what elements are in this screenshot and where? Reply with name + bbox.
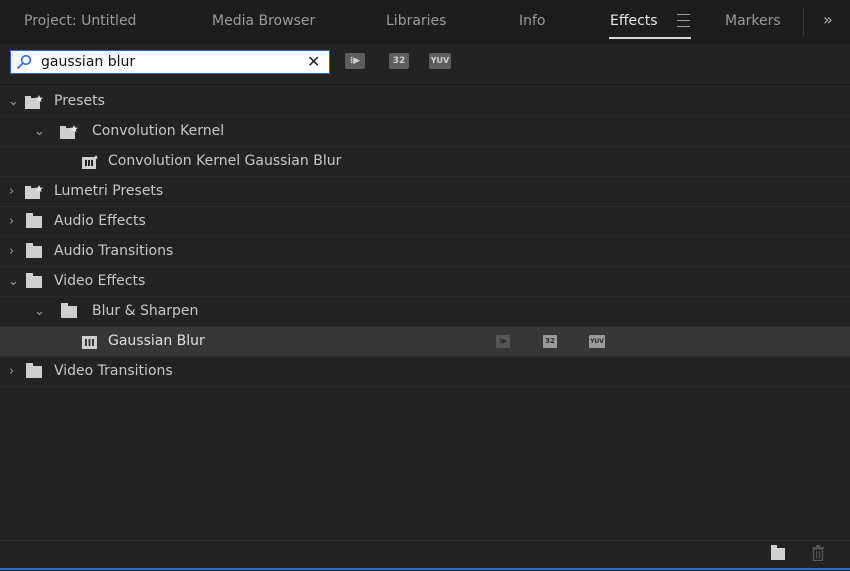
preset-folder-icon (25, 95, 43, 109)
panel-tab-bar: Project: Untitled Media Browser Librarie… (0, 0, 850, 44)
folder-icon (26, 273, 42, 288)
tab-overflow-icon[interactable]: » (823, 10, 833, 29)
preset-folder-icon (60, 125, 78, 139)
tab-markers[interactable]: Markers (725, 13, 781, 29)
folder-icon (26, 363, 42, 378)
tab-libraries[interactable]: Libraries (386, 13, 446, 29)
tree-item-video-transitions[interactable]: › Video Transitions (0, 357, 850, 387)
tree-item-convolution-kernel-gaussian-blur[interactable]: Convolution Kernel Gaussian Blur (0, 147, 850, 177)
chevron-down-icon[interactable]: ⌄ (34, 125, 45, 139)
panel-focus-indicator (0, 568, 850, 570)
tab-divider (803, 8, 804, 36)
tree-item-label: Gaussian Blur (108, 333, 205, 349)
active-tab-indicator (609, 37, 691, 39)
chevron-right-icon[interactable]: › (9, 185, 14, 199)
tree-item-presets[interactable]: ⌄ Presets (0, 87, 850, 117)
tree-item-blur-sharpen[interactable]: ⌄ Blur & Sharpen (0, 297, 850, 327)
tree-item-audio-effects[interactable]: › Audio Effects (0, 207, 850, 237)
tab-media-browser[interactable]: Media Browser (212, 13, 315, 29)
preset-folder-icon (25, 185, 43, 199)
trash-icon[interactable] (811, 545, 825, 561)
tree-item-video-effects[interactable]: ⌄ Video Effects (0, 267, 850, 297)
tab-effects[interactable]: Effects (610, 13, 658, 29)
chevron-right-icon[interactable]: › (9, 365, 14, 379)
effect-icon (82, 336, 97, 349)
chevron-right-icon[interactable]: › (9, 245, 14, 259)
tree-item-label: Convolution Kernel Gaussian Blur (108, 153, 342, 169)
chevron-right-icon[interactable]: › (9, 215, 14, 229)
yuv-filter-button[interactable]: YUV (429, 53, 451, 69)
tree-item-convolution-kernel[interactable]: ⌄ Convolution Kernel (0, 117, 850, 147)
close-icon[interactable]: ✕ (307, 52, 320, 72)
tree-item-label: Lumetri Presets (54, 183, 164, 199)
tab-info[interactable]: Info (519, 13, 546, 29)
tree-item-label: Video Effects (54, 273, 146, 289)
tree-item-label: Blur & Sharpen (92, 303, 199, 319)
accelerated-effects-filter-button[interactable]: ⁝▶ (345, 53, 365, 69)
tree-item-label: Audio Transitions (54, 243, 174, 259)
32-bit-color-filter-button[interactable]: 32 (389, 53, 409, 69)
accelerated-effect-badge: ⁝▶ (496, 335, 510, 348)
tree-item-label: Audio Effects (54, 213, 146, 229)
chevron-down-icon[interactable]: ⌄ (8, 275, 19, 289)
search-field[interactable]: ✕ (10, 50, 330, 74)
tree-item-gaussian-blur[interactable]: Gaussian Blur ⁝▶ 32 YUV (0, 327, 850, 357)
list-divider (0, 84, 850, 85)
search-icon (16, 54, 32, 70)
chevron-down-icon[interactable]: ⌄ (8, 95, 19, 109)
32-bit-badge: 32 (543, 335, 557, 348)
search-input[interactable] (41, 53, 296, 71)
panel-menu-icon[interactable] (677, 14, 690, 27)
preset-effect-icon (82, 155, 98, 169)
tree-item-audio-transitions[interactable]: › Audio Transitions (0, 237, 850, 267)
chevron-down-icon[interactable]: ⌄ (34, 305, 45, 319)
folder-icon (26, 213, 42, 228)
tree-item-label: Presets (54, 93, 105, 109)
bottom-divider (0, 540, 850, 541)
tree-item-lumetri-presets[interactable]: › Lumetri Presets (0, 177, 850, 207)
new-bin-icon[interactable] (771, 545, 785, 560)
tab-project[interactable]: Project: Untitled (24, 13, 136, 29)
tree-item-label: Video Transitions (54, 363, 173, 379)
folder-icon (26, 243, 42, 258)
folder-icon (61, 303, 77, 318)
yuv-badge: YUV (589, 335, 605, 348)
tree-item-label: Convolution Kernel (92, 123, 225, 139)
